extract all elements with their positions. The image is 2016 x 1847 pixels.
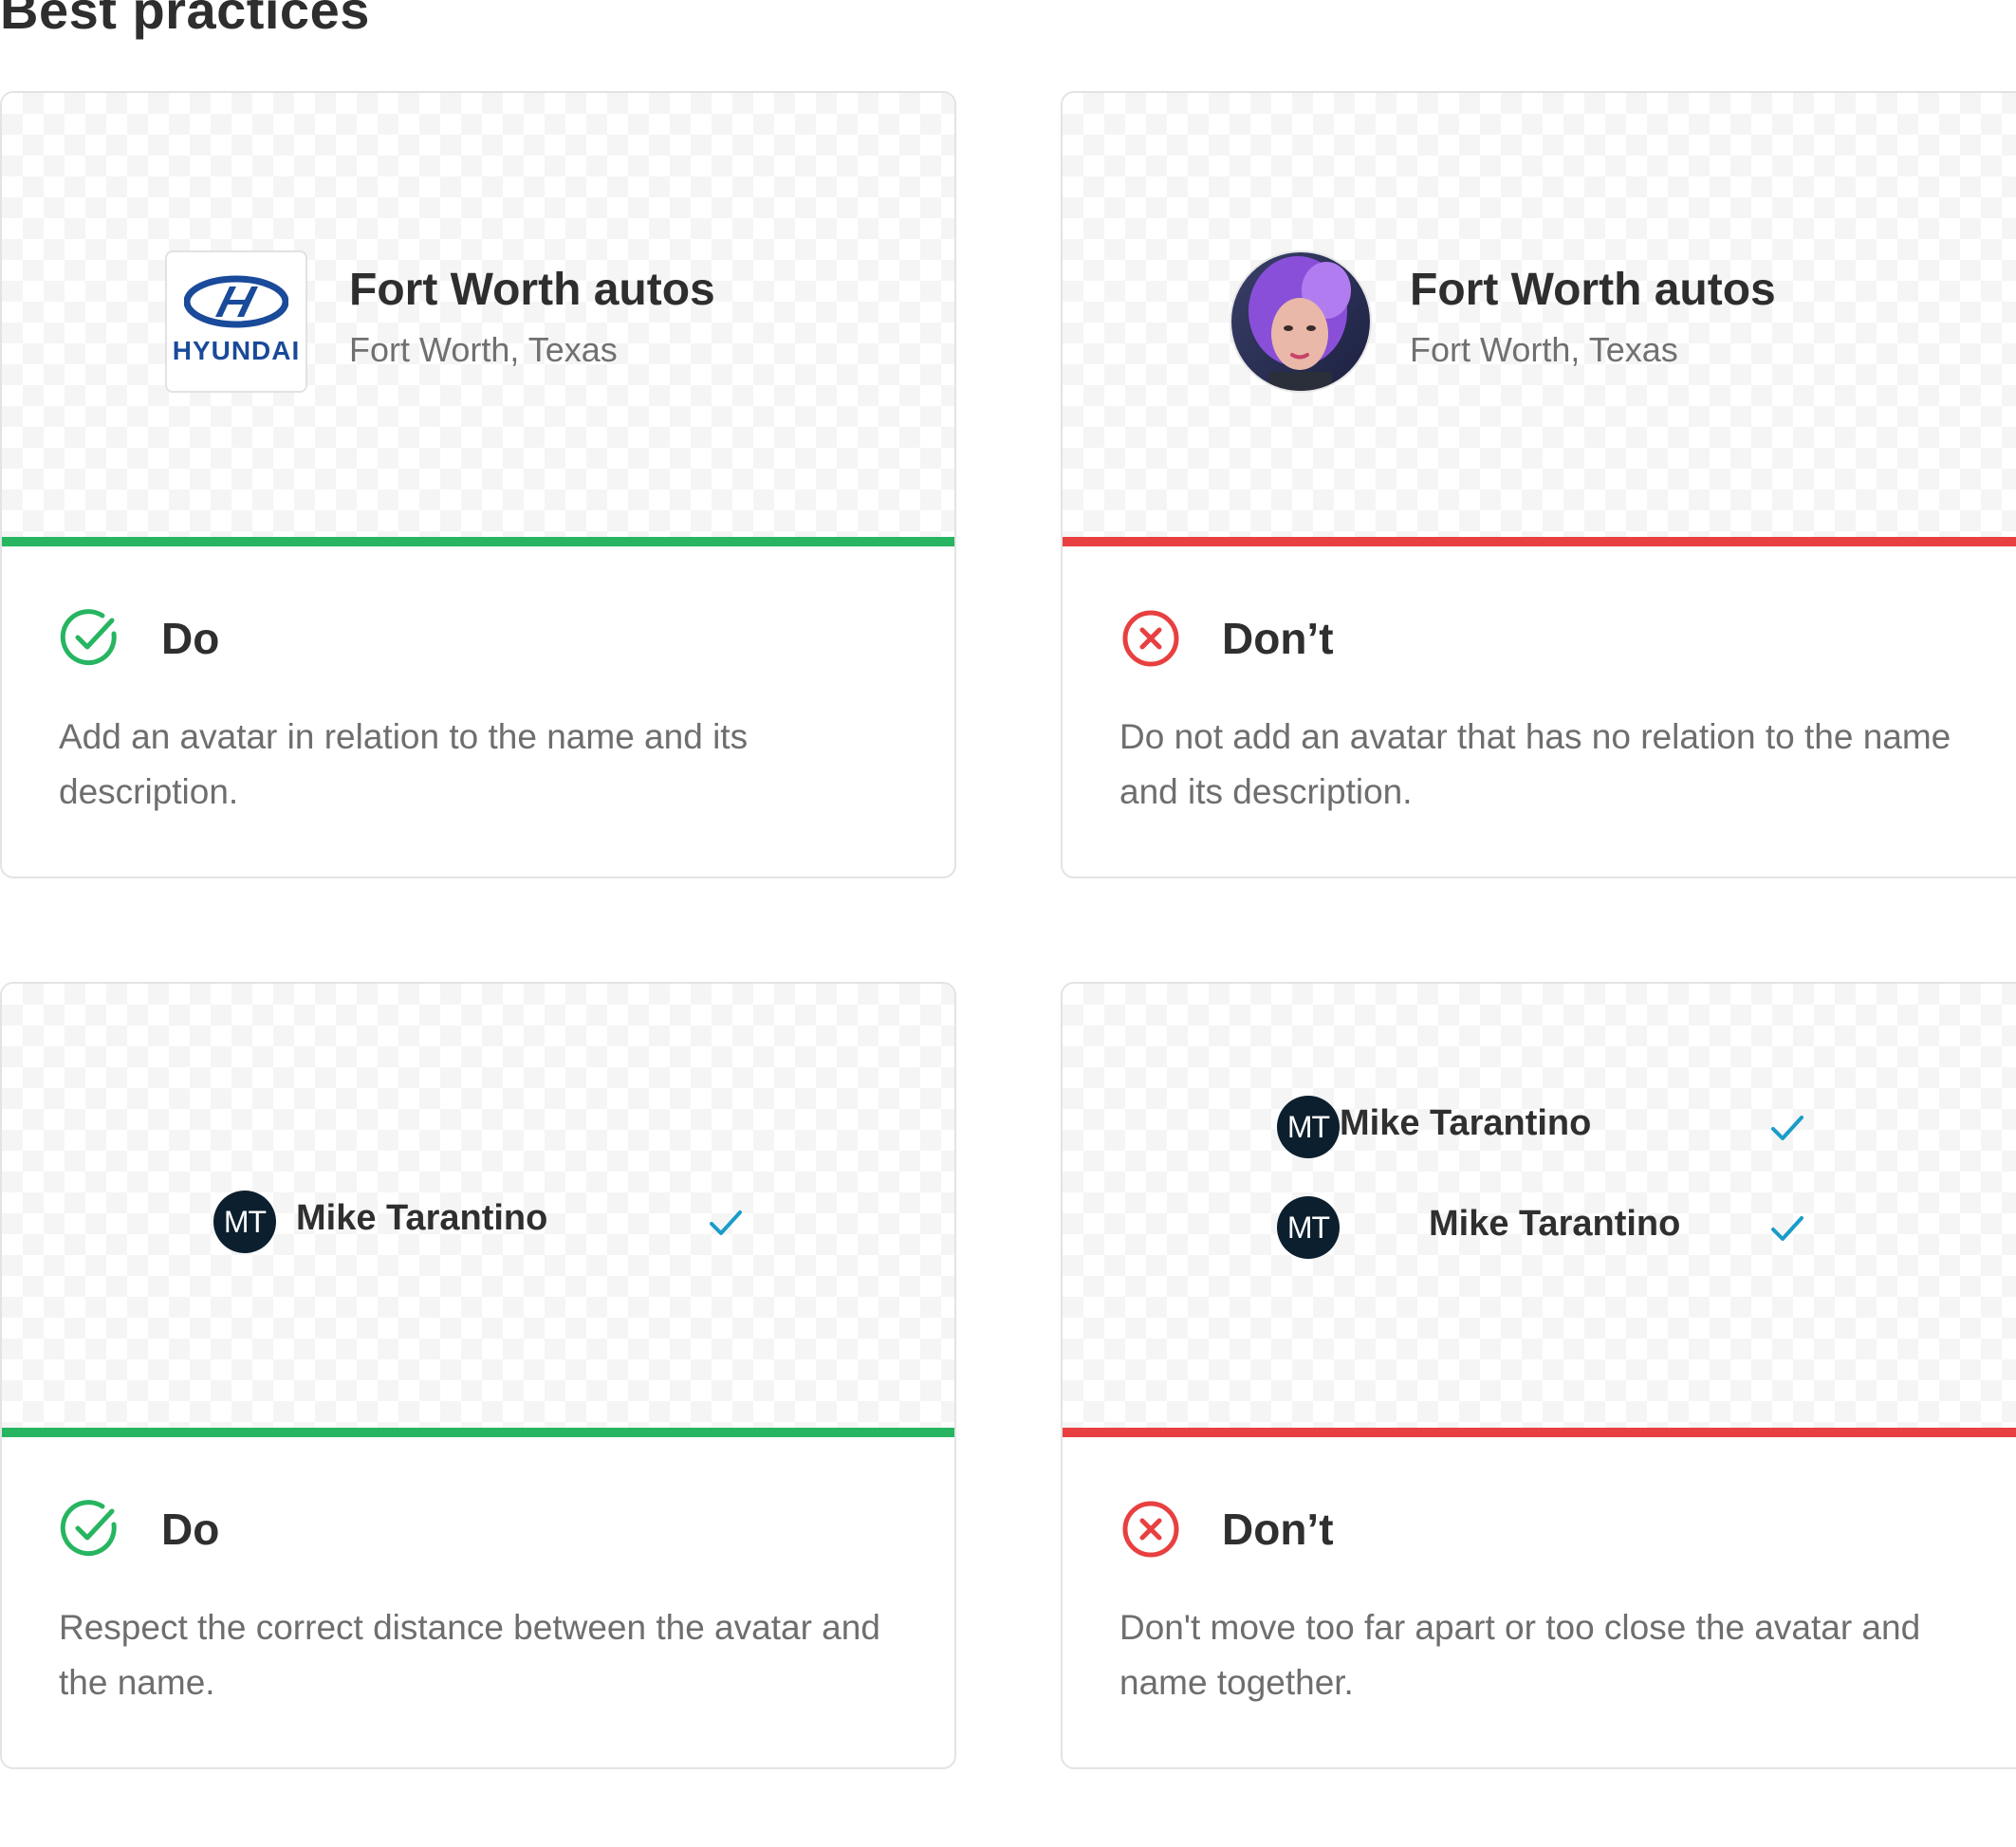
person-name: Mike Tarantino <box>296 1198 548 1238</box>
verdict-label: Don’t <box>1222 614 1334 663</box>
person-photo-icon <box>1231 252 1370 391</box>
x-circle-icon <box>1122 610 1179 667</box>
person-name: Mike Tarantino <box>1340 1103 1592 1143</box>
example-preview: MT Mike Tarantino <box>2 984 954 1428</box>
brand-logo-text: HYUNDAI <box>172 336 301 365</box>
entity-location: Fort Worth, Texas <box>1410 330 1678 369</box>
do-card-avatar-relation: HYUNDAI Fort Worth autos Fort Worth, Tex… <box>0 91 956 878</box>
dont-indicator-bar <box>1063 1428 2016 1437</box>
hyundai-logo-icon <box>184 275 288 328</box>
verdict-label: Do <box>161 1505 220 1554</box>
verdict-description: Respect the correct distance between the… <box>59 1608 880 1702</box>
initials-avatar: MT <box>213 1191 276 1253</box>
verdict-label: Do <box>161 614 220 663</box>
entity-location: Fort Worth, Texas <box>349 330 618 369</box>
check-icon <box>710 1210 742 1235</box>
entity-name: Fort Worth autos <box>1410 265 1776 315</box>
initials-avatar: MT <box>1277 1196 1340 1259</box>
do-indicator-bar <box>2 1428 954 1437</box>
verdict-description: Do not add an avatar that has no relatio… <box>1119 717 1951 811</box>
person-photo-avatar <box>1230 250 1372 393</box>
verdict-description: Don't move too far apart or too close th… <box>1119 1608 1921 1702</box>
dont-indicator-bar <box>1063 537 2016 546</box>
example-preview: Fort Worth autos Fort Worth, Texas <box>1063 93 2016 537</box>
initials-avatar: MT <box>1277 1096 1340 1158</box>
check-circle-icon <box>60 1500 117 1557</box>
verdict-row: Don’t <box>1119 605 1334 672</box>
example-preview: MT Mike Tarantino MT Mike Tarantino <box>1063 984 2016 1428</box>
dont-card-avatar-relation: Fort Worth autos Fort Worth, Texas Don’t… <box>1061 91 2016 878</box>
check-icon <box>1771 1216 1803 1241</box>
page-title: Best practices <box>0 0 370 40</box>
entity-name: Fort Worth autos <box>349 265 715 315</box>
person-name: Mike Tarantino <box>1429 1204 1681 1244</box>
verdict-description: Add an avatar in relation to the name an… <box>59 717 749 811</box>
do-indicator-bar <box>2 537 954 546</box>
x-circle-icon <box>1122 1501 1179 1558</box>
verdict-row: Do <box>59 605 219 672</box>
do-card-avatar-spacing: MT Mike Tarantino Do Respect the correct… <box>0 982 956 1769</box>
dont-card-avatar-spacing: MT Mike Tarantino MT Mike Tarantino Don’… <box>1061 982 2016 1769</box>
verdict-row: Do <box>59 1496 219 1562</box>
verdict-label: Don’t <box>1222 1505 1334 1554</box>
verdict-row: Don’t <box>1119 1496 1334 1562</box>
brand-logo-avatar: HYUNDAI <box>165 250 307 393</box>
example-preview: HYUNDAI Fort Worth autos Fort Worth, Tex… <box>2 93 954 537</box>
check-circle-icon <box>60 609 117 666</box>
check-icon <box>1771 1116 1803 1140</box>
